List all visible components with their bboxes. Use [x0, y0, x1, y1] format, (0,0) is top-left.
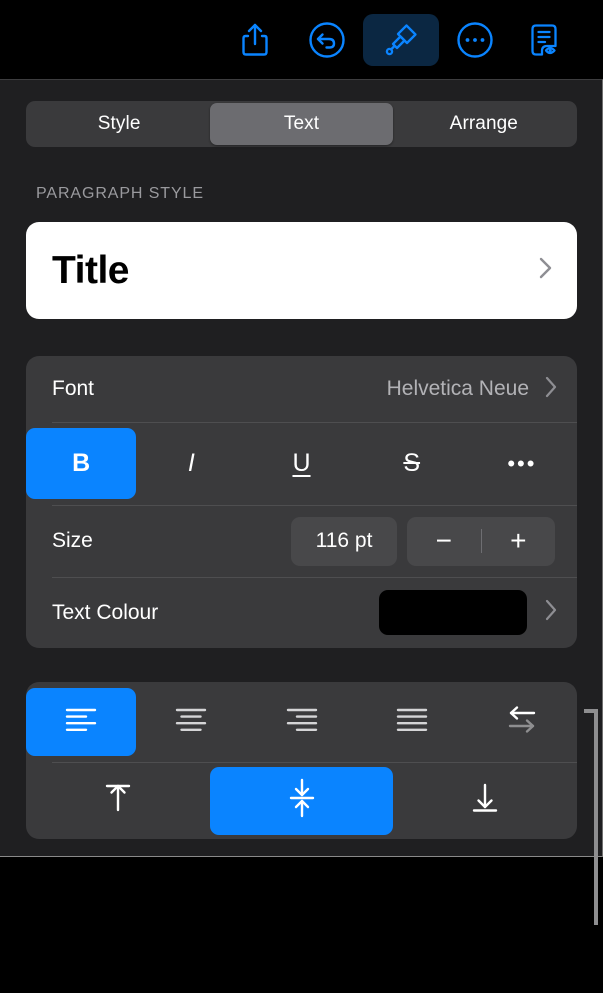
- bold-button[interactable]: B: [26, 428, 137, 499]
- size-stepper: − +: [407, 516, 556, 566]
- callout-line: [584, 709, 598, 925]
- align-center-button[interactable]: [136, 688, 246, 756]
- horizontal-alignment-row: [26, 682, 577, 762]
- align-left-button[interactable]: [26, 688, 137, 756]
- font-settings-card: Font Helvetica Neue B I U S ••• Size 116…: [26, 356, 577, 648]
- strikethrough-glyph: S: [403, 449, 421, 477]
- tab-arrange[interactable]: Arrange: [393, 103, 575, 145]
- font-row[interactable]: Font Helvetica Neue: [26, 356, 577, 422]
- text-colour-row[interactable]: Text Colour: [26, 577, 577, 648]
- underline-button[interactable]: U: [246, 428, 356, 499]
- align-top-icon: [103, 781, 133, 820]
- font-label: Font: [52, 377, 95, 400]
- tab-style[interactable]: Style: [28, 103, 210, 145]
- align-bottom-button[interactable]: [393, 767, 577, 835]
- format-panel: Style Text Arrange PARAGRAPH STYLE Title…: [0, 79, 603, 857]
- ellipsis-icon: •••: [507, 450, 537, 476]
- align-justify-button[interactable]: [357, 688, 467, 756]
- more-text-options-button[interactable]: •••: [467, 428, 577, 499]
- chevron-right-icon: [543, 373, 559, 406]
- align-center-icon: [174, 706, 208, 739]
- align-middle-icon: [287, 778, 317, 823]
- size-row: Size 116 pt − +: [26, 505, 577, 577]
- paragraph-style-selector[interactable]: Title: [26, 222, 577, 319]
- undo-button[interactable]: [291, 14, 363, 66]
- align-right-icon: [285, 706, 319, 739]
- vertical-alignment-row: [26, 762, 577, 839]
- size-value-field[interactable]: 116 pt: [291, 516, 397, 566]
- callout-vertical-line: [594, 709, 598, 925]
- italic-glyph: I: [187, 449, 195, 477]
- document-preview-button[interactable]: [511, 14, 583, 66]
- chevron-right-icon: [543, 596, 559, 629]
- align-left-icon: [64, 706, 98, 739]
- screen: Style Text Arrange PARAGRAPH STYLE Title…: [0, 0, 603, 993]
- text-colour-label: Text Colour: [52, 600, 159, 624]
- paragraph-style-value: Title: [52, 248, 129, 292]
- more-button[interactable]: [439, 14, 511, 66]
- size-increment-button[interactable]: +: [482, 527, 556, 555]
- align-right-button[interactable]: [246, 688, 356, 756]
- size-decrement-button[interactable]: −: [407, 527, 481, 555]
- underline-glyph: U: [292, 449, 311, 477]
- share-icon: [240, 22, 270, 58]
- strikethrough-button[interactable]: S: [357, 428, 467, 499]
- align-middle-button[interactable]: [209, 766, 394, 835]
- document-preview-icon: [528, 20, 566, 60]
- format-brush-icon: [381, 20, 421, 60]
- italic-button[interactable]: I: [136, 428, 246, 499]
- more-icon: [456, 21, 494, 59]
- chevron-right-icon: [537, 253, 555, 288]
- tab-text[interactable]: Text: [210, 103, 393, 145]
- align-justify-icon: [395, 706, 429, 739]
- text-colour-swatch[interactable]: [379, 590, 527, 635]
- text-direction-icon: [504, 703, 540, 742]
- text-direction-button[interactable]: [467, 688, 577, 756]
- format-brush-button[interactable]: [363, 13, 439, 66]
- size-label: Size: [52, 529, 93, 552]
- bold-glyph: B: [72, 449, 91, 477]
- alignment-card: [26, 682, 577, 839]
- format-tabs: Style Text Arrange: [26, 101, 577, 147]
- align-bottom-icon: [470, 781, 500, 820]
- share-button[interactable]: [219, 14, 291, 66]
- top-toolbar: [0, 0, 603, 79]
- undo-icon: [308, 21, 346, 59]
- text-style-buttons: B I U S •••: [26, 422, 577, 505]
- font-value: Helvetica Neue: [386, 377, 529, 400]
- align-top-button[interactable]: [26, 767, 210, 835]
- paragraph-style-label: PARAGRAPH STYLE: [36, 185, 204, 202]
